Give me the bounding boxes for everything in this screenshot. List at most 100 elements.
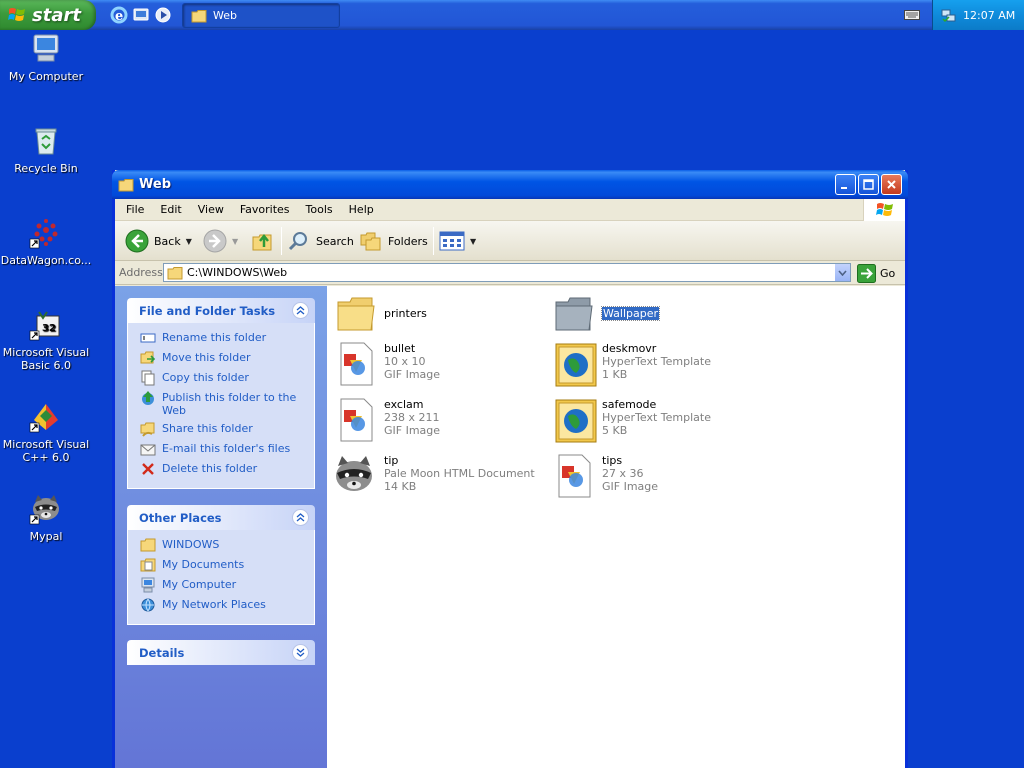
taskbar-button-web[interactable]: Web: [182, 3, 340, 28]
folders-label: Folders: [388, 234, 428, 248]
place-my-computer[interactable]: My Computer: [140, 577, 314, 593]
chevron-down-icon: [296, 648, 305, 657]
svg-text:32: 32: [42, 323, 56, 334]
chevron-up-icon: [296, 513, 305, 522]
file-name: tips: [602, 454, 623, 467]
views-button[interactable]: ▼: [439, 228, 476, 254]
task-move-folder[interactable]: Move this folder: [140, 351, 314, 366]
task-label: Share this folder: [162, 422, 253, 435]
dropdown-arrow-icon[interactable]: ▼: [186, 237, 192, 246]
network-places-icon: [141, 598, 155, 612]
menu-help[interactable]: Help: [341, 203, 382, 216]
forward-button[interactable]: ▼: [203, 228, 238, 254]
clock[interactable]: 12:07 AM: [963, 9, 1015, 22]
menu-edit[interactable]: Edit: [152, 203, 189, 216]
windows-flag-icon: [8, 8, 25, 21]
task-label: Move this folder: [162, 351, 251, 364]
start-button[interactable]: start: [0, 0, 96, 30]
maximize-button[interactable]: [858, 174, 879, 195]
file-item-tips[interactable]: tips 27 x 36 GIF Image: [554, 454, 764, 504]
menu-tools[interactable]: Tools: [298, 203, 341, 216]
desktop-icon-datawagon[interactable]: DataWagon.co...: [0, 216, 92, 267]
details-panel: Details: [127, 640, 315, 665]
go-button[interactable]: Go: [857, 263, 895, 283]
task-email-files[interactable]: E-mail this folder's files: [140, 442, 314, 457]
file-name: exclam: [384, 398, 424, 411]
file-item-deskmovr[interactable]: deskmovr HyperText Template 1 KB: [554, 342, 764, 392]
place-windows[interactable]: WINDOWS: [140, 538, 314, 553]
close-icon: [887, 180, 896, 189]
collapse-button[interactable]: [292, 302, 309, 319]
taskbar: start e Web 12:07 AM: [0, 0, 1024, 30]
panel-header[interactable]: Details: [127, 640, 315, 665]
system-tray: 12:07 AM: [932, 0, 1024, 30]
publish-web-icon: [142, 391, 154, 405]
task-copy-folder[interactable]: Copy this folder: [140, 370, 314, 386]
hypertext-template-icon: [555, 343, 597, 387]
internet-explorer-icon[interactable]: e: [110, 6, 128, 24]
desktop-icon-mypal[interactable]: Mypal: [0, 492, 92, 543]
file-item-wallpaper[interactable]: Wallpaper: [554, 294, 764, 344]
toolbar-separator: [433, 227, 434, 255]
address-dropdown-button[interactable]: [834, 264, 850, 281]
visual-basic-icon: 32: [29, 311, 60, 341]
desktop-icon-recycle-bin[interactable]: Recycle Bin: [0, 124, 92, 175]
show-desktop-icon[interactable]: [132, 6, 150, 24]
collapse-button[interactable]: [292, 509, 309, 526]
media-player-icon[interactable]: [154, 6, 172, 24]
file-list: printers Wallpaper bullet 10 x 10 GIF Im…: [327, 286, 905, 768]
file-meta-line1: 27 x 36: [602, 467, 644, 480]
chevron-up-icon: [296, 306, 305, 315]
desktop-icon-visual-cpp[interactable]: Microsoft Visual C++ 6.0: [0, 400, 92, 464]
menu-view[interactable]: View: [190, 203, 232, 216]
panel-header[interactable]: File and Folder Tasks: [127, 298, 315, 323]
panel-title: File and Folder Tasks: [139, 303, 276, 318]
task-rename-folder[interactable]: Rename this folder: [140, 331, 314, 346]
file-item-exclam[interactable]: exclam 238 x 211 GIF Image: [336, 398, 546, 448]
minimize-button[interactable]: [835, 174, 856, 195]
back-button[interactable]: Back ▼: [125, 228, 192, 254]
folders-button[interactable]: Folders: [359, 228, 428, 254]
menu-file[interactable]: File: [118, 203, 152, 216]
file-meta-line1: Pale Moon HTML Document: [384, 467, 535, 480]
task-label: Delete this folder: [162, 462, 258, 475]
desktop-icon-label: Mypal: [29, 530, 63, 543]
keyboard-icon[interactable]: [904, 8, 920, 21]
address-value: C:\WINDOWS\Web: [187, 266, 288, 279]
dropdown-arrow-icon[interactable]: ▼: [470, 237, 476, 246]
file-item-printers[interactable]: printers: [336, 294, 546, 344]
desktop-icon-label: Microsoft Visual Basic 6.0: [2, 346, 90, 372]
datawagon-icon: [29, 219, 58, 249]
address-input[interactable]: C:\WINDOWS\Web: [163, 263, 851, 282]
task-share-folder[interactable]: Share this folder: [140, 422, 314, 437]
toolbar: Back ▼ ▼ Search Folders ▼: [115, 221, 905, 261]
file-item-tip[interactable]: tip Pale Moon HTML Document 14 KB: [332, 454, 542, 504]
file-item-safemode[interactable]: safemode HyperText Template 5 KB: [554, 398, 764, 448]
panel-header[interactable]: Other Places: [127, 505, 315, 530]
chevron-down-icon: [838, 269, 847, 276]
file-meta-line2: GIF Image: [384, 424, 441, 437]
menu-favorites[interactable]: Favorites: [232, 203, 298, 216]
go-label: Go: [880, 266, 896, 280]
file-meta-line1: 238 x 211: [384, 411, 440, 424]
expand-button[interactable]: [292, 644, 309, 661]
place-my-network-places[interactable]: My Network Places: [140, 598, 314, 613]
task-publish-folder[interactable]: Publish this folder to the Web: [140, 391, 314, 417]
place-my-documents[interactable]: My Documents: [140, 558, 314, 573]
task-delete-folder[interactable]: Delete this folder: [140, 462, 314, 477]
folder-icon: [555, 297, 593, 331]
title-bar[interactable]: Web: [112, 170, 908, 199]
dropdown-arrow-icon[interactable]: ▼: [232, 237, 238, 246]
up-folder-button[interactable]: [251, 228, 275, 254]
gif-image-icon: [340, 398, 373, 442]
desktop-icon-my-computer[interactable]: My Computer: [0, 32, 92, 83]
network-icon[interactable]: [941, 7, 957, 23]
file-item-bullet[interactable]: bullet 10 x 10 GIF Image: [336, 342, 546, 392]
close-button[interactable]: [881, 174, 902, 195]
file-meta-line2: GIF Image: [602, 480, 659, 493]
file-name: bullet: [384, 342, 416, 355]
delete-icon: [142, 463, 154, 475]
desktop-icon-label: Microsoft Visual C++ 6.0: [2, 438, 90, 464]
desktop-icon-visual-basic[interactable]: 32 Microsoft Visual Basic 6.0: [0, 308, 92, 372]
search-button[interactable]: Search: [287, 228, 354, 254]
